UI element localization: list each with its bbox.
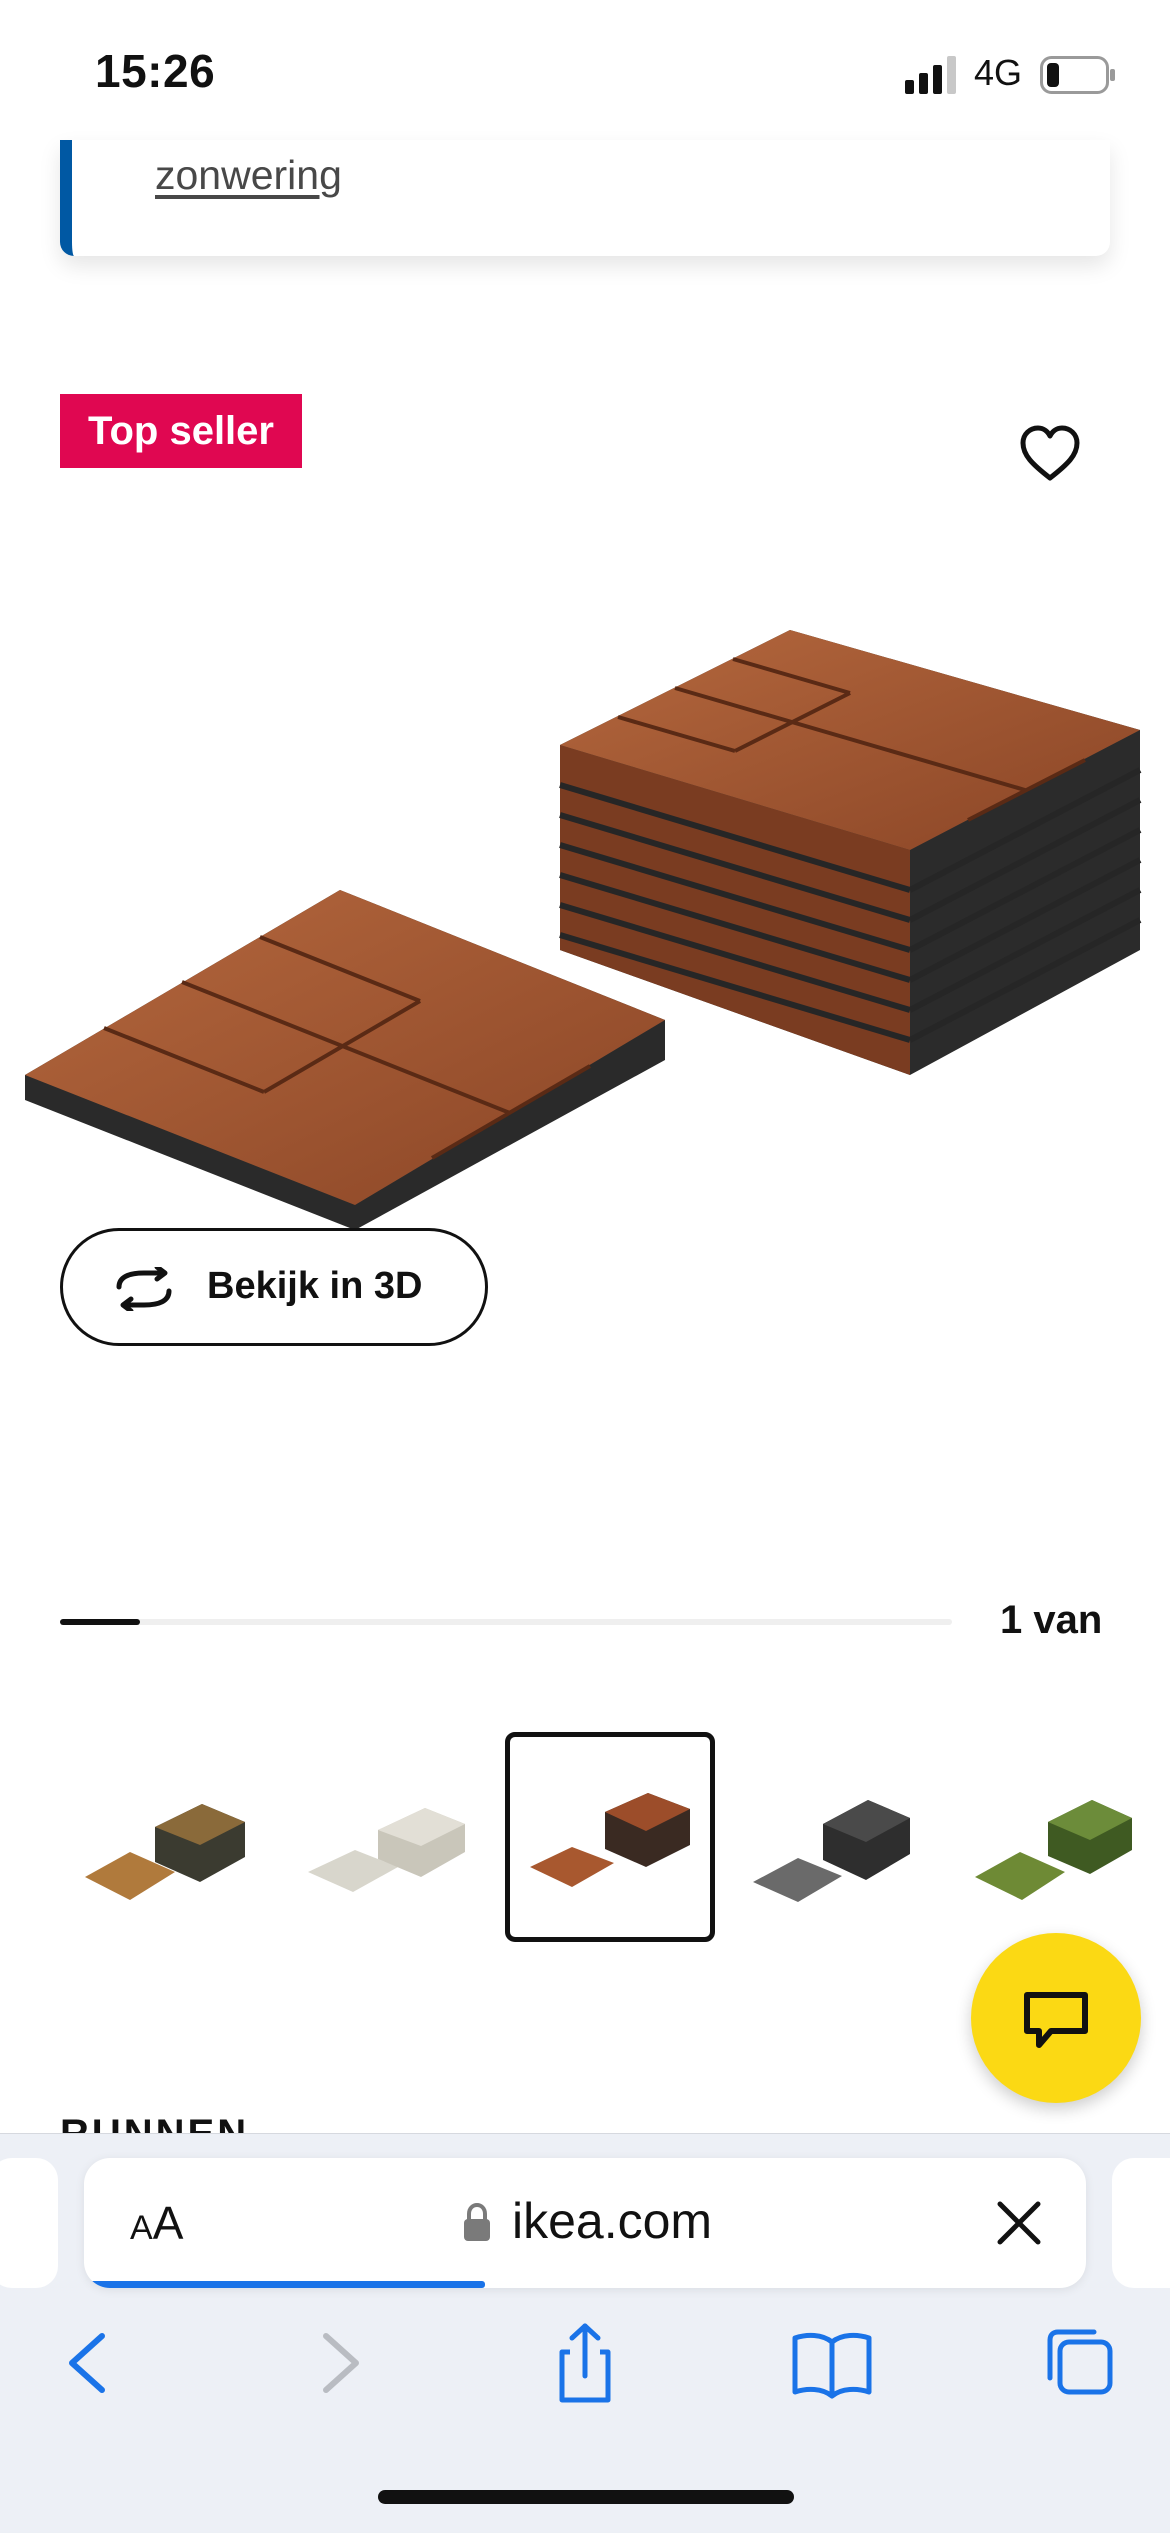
page-load-progress	[84, 2281, 485, 2288]
lock-icon	[464, 2202, 490, 2241]
signal-icon	[905, 56, 956, 94]
close-icon[interactable]	[996, 2200, 1042, 2246]
heart-icon	[1020, 425, 1080, 481]
forward-icon[interactable]	[296, 2318, 386, 2408]
status-bar: 15:26 4G	[0, 0, 1170, 140]
thumbnail-image	[308, 1808, 465, 1892]
favorite-button[interactable]	[1018, 424, 1082, 484]
thumbnail-light-grey[interactable]	[293, 1732, 503, 1942]
thumbnail-image	[85, 1804, 245, 1900]
carousel-progress-fill	[60, 1619, 141, 1625]
info-link[interactable]: zonwering	[155, 152, 342, 199]
address-bar[interactable]: AA ikea.com	[84, 2158, 1086, 2288]
view-3d-label: Bekijk in 3D	[207, 1265, 423, 1307]
chat-button[interactable]	[971, 1933, 1141, 2103]
thumbnail-dark-grey[interactable]	[738, 1732, 948, 1942]
thumbnail-brown-stain[interactable]	[70, 1732, 280, 1942]
home-indicator	[378, 2490, 794, 2504]
thumbnail-brown-red[interactable]	[505, 1732, 715, 1942]
network-label: 4G	[974, 52, 1023, 93]
carousel-progress-label: 1 van	[1000, 1598, 1103, 1642]
bookmarks-icon[interactable]	[787, 2318, 877, 2408]
next-tab-peek[interactable]	[1112, 2158, 1170, 2288]
thumbnail-image	[753, 1800, 910, 1902]
top-seller-badge: Top seller	[60, 394, 302, 468]
thumbnail-image	[530, 1793, 690, 1887]
view-3d-button[interactable]: Bekijk in 3D	[60, 1228, 488, 1346]
rotate-3d-icon	[116, 1267, 172, 1311]
text-size-button[interactable]: AA	[130, 2196, 183, 2250]
url-text: ikea.com	[512, 2193, 713, 2249]
product-image	[25, 630, 1142, 1230]
share-icon[interactable]	[540, 2318, 630, 2408]
section-heading: RUNNEN	[60, 2112, 250, 2134]
tabs-icon[interactable]	[1034, 2318, 1124, 2408]
carousel-progress-track	[60, 1619, 952, 1625]
chat-icon	[1024, 1992, 1088, 2048]
back-icon[interactable]	[42, 2318, 132, 2408]
status-time: 15:26	[95, 45, 216, 97]
previous-tab-peek[interactable]	[0, 2158, 58, 2288]
battery-icon	[1040, 56, 1115, 94]
thumbnail-image	[975, 1800, 1132, 1900]
thumbnail-artificial-grass[interactable]	[960, 1732, 1170, 1942]
